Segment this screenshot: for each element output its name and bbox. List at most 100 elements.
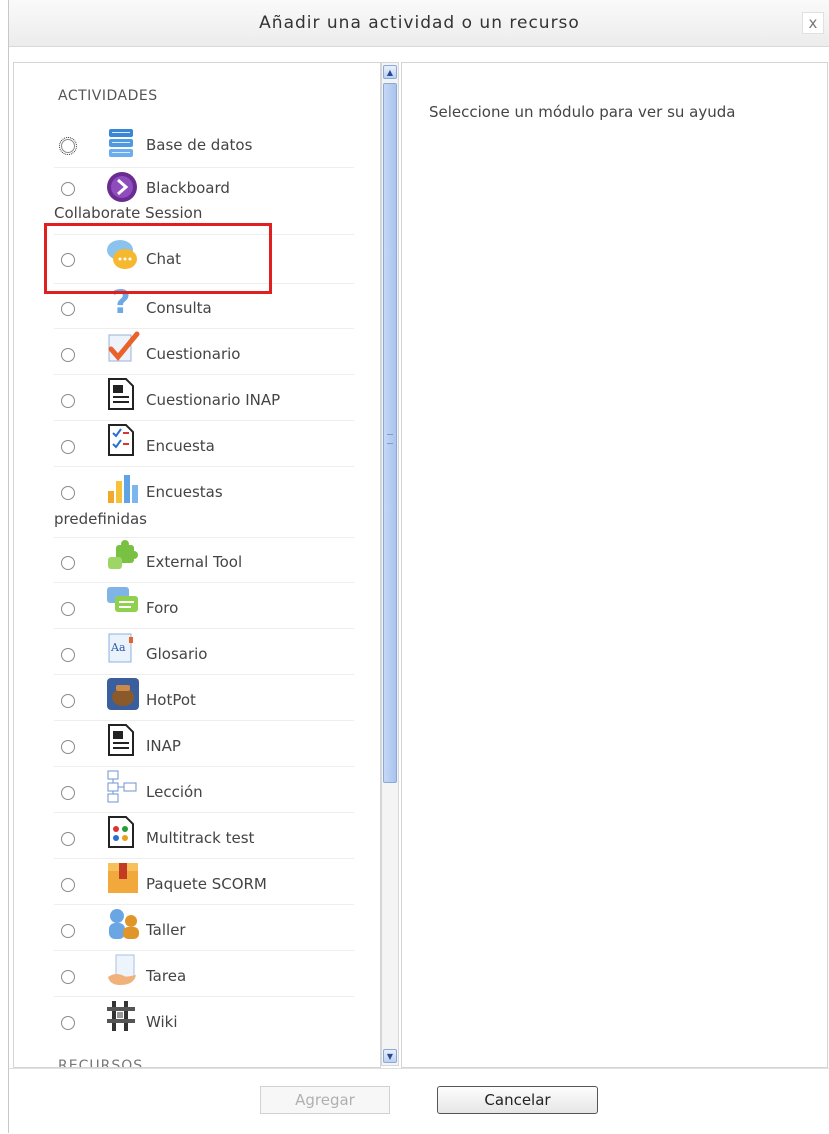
list-item-leccion[interactable]: Lección <box>54 769 364 811</box>
scrollbar-thumb[interactable] <box>383 83 397 783</box>
divider <box>54 812 354 813</box>
divider <box>54 167 354 168</box>
radio-base-de-datos[interactable] <box>59 137 77 155</box>
list-item-external-tool[interactable]: External Tool <box>54 539 364 581</box>
list-item-encuesta[interactable]: Encuesta <box>54 423 364 465</box>
add-button[interactable]: Agregar <box>260 1086 390 1114</box>
close-icon[interactable]: x <box>802 12 824 34</box>
list-scrollbar[interactable]: ▲ ▼ <box>381 62 399 1066</box>
list-item-label: Cuestionario INAP <box>146 391 281 409</box>
workshop-icon <box>106 907 139 939</box>
module-list-pane: ACTIVIDADES Base de datos Blackboard Col… <box>13 62 381 1068</box>
radio-foro[interactable] <box>61 602 75 616</box>
forum-icon <box>106 585 138 615</box>
list-item-wiki[interactable]: Wiki <box>54 999 364 1041</box>
list-item-paquete-scorm[interactable]: Paquete SCORM <box>54 861 364 903</box>
radio-leccion[interactable] <box>61 786 75 800</box>
list-item-blackboard-collaborate[interactable]: Blackboard Collaborate Session <box>54 171 364 229</box>
list-item-cuestionario-inap[interactable]: Cuestionario INAP <box>54 377 364 419</box>
list-item-taller[interactable]: Taller <box>54 907 364 949</box>
list-item-label: Tarea <box>146 967 187 985</box>
wiki-icon <box>106 999 136 1031</box>
radio-wiki[interactable] <box>61 1016 75 1030</box>
radio-hotpot[interactable] <box>61 694 75 708</box>
radio-encuestas-predefinidas[interactable] <box>61 486 75 500</box>
list-item-label: Encuesta <box>146 437 215 455</box>
list-item-label-line2: predefinidas <box>54 510 147 528</box>
dialog-body: ACTIVIDADES Base de datos Blackboard Col… <box>9 62 829 1068</box>
divider <box>54 904 354 905</box>
list-item-inap[interactable]: INAP <box>54 723 364 765</box>
puzzle-icon <box>106 539 138 569</box>
section-title-activities: ACTIVIDADES <box>58 88 158 104</box>
dialog-title: Añadir una actividad o un recurso <box>259 13 580 33</box>
list-item-label: Foro <box>146 599 179 617</box>
checkmark-icon <box>106 331 140 362</box>
divider <box>54 858 354 859</box>
multitrack-icon <box>106 815 136 848</box>
list-item-hotpot[interactable]: HotPot <box>54 677 364 719</box>
hotpot-icon <box>106 677 139 710</box>
dialog-footer: Agregar Cancelar <box>9 1068 829 1134</box>
divider <box>54 996 354 997</box>
list-item-label: Base de datos <box>146 136 253 154</box>
radio-encuesta[interactable] <box>61 440 75 454</box>
survey-icon <box>106 423 136 456</box>
radio-multitrack-test[interactable] <box>61 832 75 846</box>
add-activity-dialog: Añadir una actividad o un recurso x ACTI… <box>8 0 829 1133</box>
assignment-icon <box>106 953 136 985</box>
divider <box>54 766 354 767</box>
database-icon <box>106 128 136 158</box>
dialog-titlebar: Añadir una actividad o un recurso x <box>9 0 829 47</box>
list-item-label: Lección <box>146 783 203 801</box>
list-item-glosario[interactable]: Aa Glosario <box>54 631 364 673</box>
divider <box>54 628 354 629</box>
help-pane: Seleccione un módulo para ver su ayuda <box>401 62 828 1068</box>
glossary-icon: Aa <box>106 631 136 663</box>
radio-paquete-scorm[interactable] <box>61 878 75 892</box>
list-item-label: External Tool <box>146 553 243 571</box>
grip-icon <box>387 434 393 444</box>
divider <box>54 537 354 538</box>
scroll-down-icon[interactable]: ▼ <box>383 1049 397 1063</box>
list-item-label: Encuestas <box>146 483 223 501</box>
cancel-button[interactable]: Cancelar <box>437 1086 598 1114</box>
svg-text:Aa: Aa <box>110 641 126 654</box>
section-title-resources: RECURSOS <box>58 1058 144 1068</box>
list-item-foro[interactable]: Foro <box>54 585 364 627</box>
list-item-label: Taller <box>146 921 186 939</box>
list-item-multitrack-test[interactable]: Multitrack test <box>54 815 364 857</box>
list-item-label: HotPot <box>146 691 196 709</box>
radio-tarea[interactable] <box>61 970 75 984</box>
radio-taller[interactable] <box>61 924 75 938</box>
radio-external-tool[interactable] <box>61 556 75 570</box>
document-icon <box>106 723 136 756</box>
list-item-label: Blackboard <box>146 179 230 197</box>
radio-inap[interactable] <box>61 740 75 754</box>
radio-cuestionario-inap[interactable] <box>61 394 75 408</box>
radio-blackboard-collaborate[interactable] <box>61 182 75 196</box>
lesson-icon <box>106 769 137 803</box>
list-item-label: Cuestionario <box>146 345 241 363</box>
divider <box>54 374 354 375</box>
divider <box>54 674 354 675</box>
list-item-encuestas-predefinidas[interactable]: Encuestas predefinidas <box>54 469 364 535</box>
radio-consulta[interactable] <box>61 302 75 316</box>
document-icon <box>106 377 136 410</box>
divider <box>54 720 354 721</box>
scroll-up-icon[interactable]: ▲ <box>383 65 397 79</box>
divider <box>54 582 354 583</box>
divider <box>54 466 354 467</box>
bar-chart-icon <box>106 473 138 503</box>
list-item-base-de-datos[interactable]: Base de datos <box>54 128 364 162</box>
scorm-package-icon <box>106 861 138 893</box>
radio-glosario[interactable] <box>61 648 75 662</box>
divider <box>54 328 354 329</box>
list-item-cuestionario[interactable]: Cuestionario <box>54 331 364 373</box>
list-item-tarea[interactable]: Tarea <box>54 953 364 995</box>
list-item-label: INAP <box>146 737 181 755</box>
blackboard-collaborate-icon <box>106 171 137 202</box>
divider <box>54 950 354 951</box>
radio-cuestionario[interactable] <box>61 348 75 362</box>
highlight-box <box>44 223 272 294</box>
